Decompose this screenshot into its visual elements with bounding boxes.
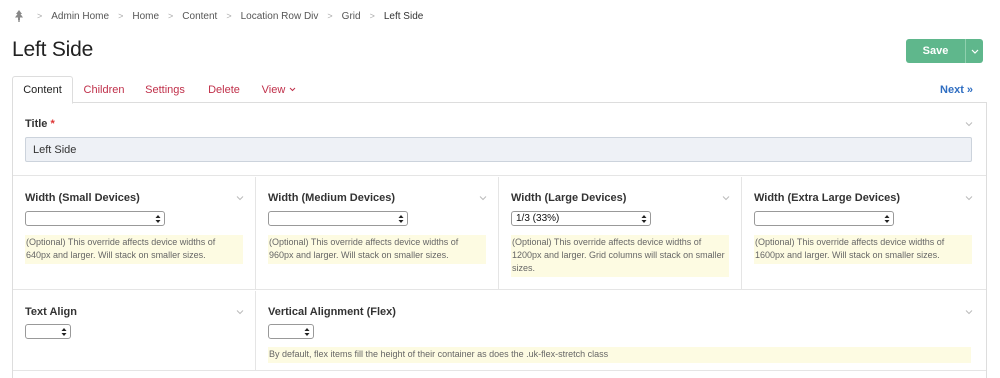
tab-view-label: View — [261, 83, 286, 96]
chevron-down-icon[interactable] — [965, 195, 973, 201]
breadcrumb-separator: > — [118, 11, 124, 21]
breadcrumb-separator: > — [226, 11, 232, 21]
double-chevron-right-icon: » — [966, 83, 973, 96]
chevron-down-icon[interactable] — [479, 195, 487, 201]
breadcrumb-content[interactable]: Content — [182, 11, 217, 22]
chevron-down-icon[interactable] — [722, 195, 730, 201]
breadcrumb: > Admin Home > Home > Content > Location… — [14, 9, 423, 23]
breadcrumb-location-row-div[interactable]: Location Row Div — [241, 11, 319, 22]
tab-bar: Content Children Settings Delete View Ne… — [12, 76, 987, 104]
page-title: Left Side — [12, 38, 94, 61]
width-small-field: Width (Small Devices) (Optional) This ov… — [13, 177, 256, 289]
breadcrumb-admin-home[interactable]: Admin Home — [51, 11, 109, 22]
width-medium-help: (Optional) This override affects device … — [268, 235, 486, 264]
chevron-down-icon[interactable] — [965, 121, 973, 127]
tab-view[interactable]: View — [256, 76, 302, 103]
width-xlarge-help: (Optional) This override affects device … — [754, 235, 972, 264]
next-link[interactable]: Next » — [940, 76, 973, 103]
breadcrumb-separator: > — [369, 11, 375, 21]
width-medium-select[interactable] — [268, 211, 408, 226]
title-field: Title * Left Side — [13, 103, 986, 176]
breadcrumb-separator: > — [37, 11, 43, 21]
tab-delete[interactable]: Delete — [197, 76, 251, 103]
width-medium-field: Width (Medium Devices) (Optional) This o… — [256, 177, 499, 289]
width-row: Width (Small Devices) (Optional) This ov… — [13, 177, 986, 290]
content-panel: Title * Left Side Width (Small Devices) … — [12, 103, 987, 378]
breadcrumb-home[interactable]: Home — [132, 11, 159, 22]
tab-children[interactable]: Children — [74, 76, 134, 103]
chevron-down-icon — [289, 87, 296, 92]
breadcrumb-grid[interactable]: Grid — [342, 11, 361, 22]
vertical-alignment-select[interactable] — [268, 324, 314, 339]
breadcrumb-current: Left Side — [383, 10, 424, 22]
width-small-label: Width (Small Devices) — [25, 192, 140, 204]
tab-content[interactable]: Content — [12, 76, 73, 104]
select-arrows-icon — [398, 215, 404, 223]
tab-settings[interactable]: Settings — [137, 76, 193, 103]
save-options-button[interactable] — [965, 39, 983, 63]
alignment-row: Text Align Vertical Alignment (Flex) By … — [13, 291, 986, 371]
next-label: Next — [940, 83, 964, 96]
width-large-label: Width (Large Devices) — [511, 192, 627, 204]
width-large-select[interactable]: 1/3 (33%) — [511, 211, 651, 226]
tree-icon[interactable] — [14, 10, 24, 22]
select-arrows-icon — [884, 215, 890, 223]
save-button-group: Save — [906, 39, 983, 63]
chevron-down-icon[interactable] — [965, 309, 973, 315]
width-large-field: Width (Large Devices) 1/3 (33%) (Optiona… — [499, 177, 742, 289]
vertical-alignment-field: Vertical Alignment (Flex) By default, fl… — [256, 291, 986, 370]
width-medium-label: Width (Medium Devices) — [268, 192, 396, 204]
breadcrumb-separator: > — [168, 11, 174, 21]
width-xlarge-select[interactable] — [754, 211, 894, 226]
width-small-help: (Optional) This override affects device … — [25, 235, 243, 264]
select-arrows-icon — [155, 215, 161, 223]
chevron-down-icon[interactable] — [236, 309, 244, 315]
title-input[interactable]: Left Side — [25, 137, 972, 162]
width-xlarge-field: Width (Extra Large Devices) (Optional) T… — [742, 177, 986, 289]
breadcrumb-separator: > — [327, 11, 333, 21]
width-large-help: (Optional) This override affects device … — [511, 235, 729, 277]
vertical-alignment-label: Vertical Alignment (Flex) — [268, 306, 396, 318]
width-small-select[interactable] — [25, 211, 165, 226]
save-button[interactable]: Save — [906, 39, 965, 63]
text-align-select[interactable] — [25, 324, 71, 339]
select-arrows-icon — [641, 215, 647, 223]
select-arrows-icon — [304, 328, 310, 336]
text-align-field: Text Align — [13, 291, 256, 370]
chevron-down-icon — [971, 49, 978, 54]
vertical-alignment-help: By default, flex items fill the height o… — [268, 347, 971, 363]
text-align-label: Text Align — [25, 306, 77, 318]
select-arrows-icon — [61, 328, 67, 336]
required-mark: * — [50, 118, 55, 130]
width-xlarge-label: Width (Extra Large Devices) — [754, 192, 900, 204]
chevron-down-icon[interactable] — [236, 195, 244, 201]
title-field-label: Title * — [25, 118, 55, 130]
